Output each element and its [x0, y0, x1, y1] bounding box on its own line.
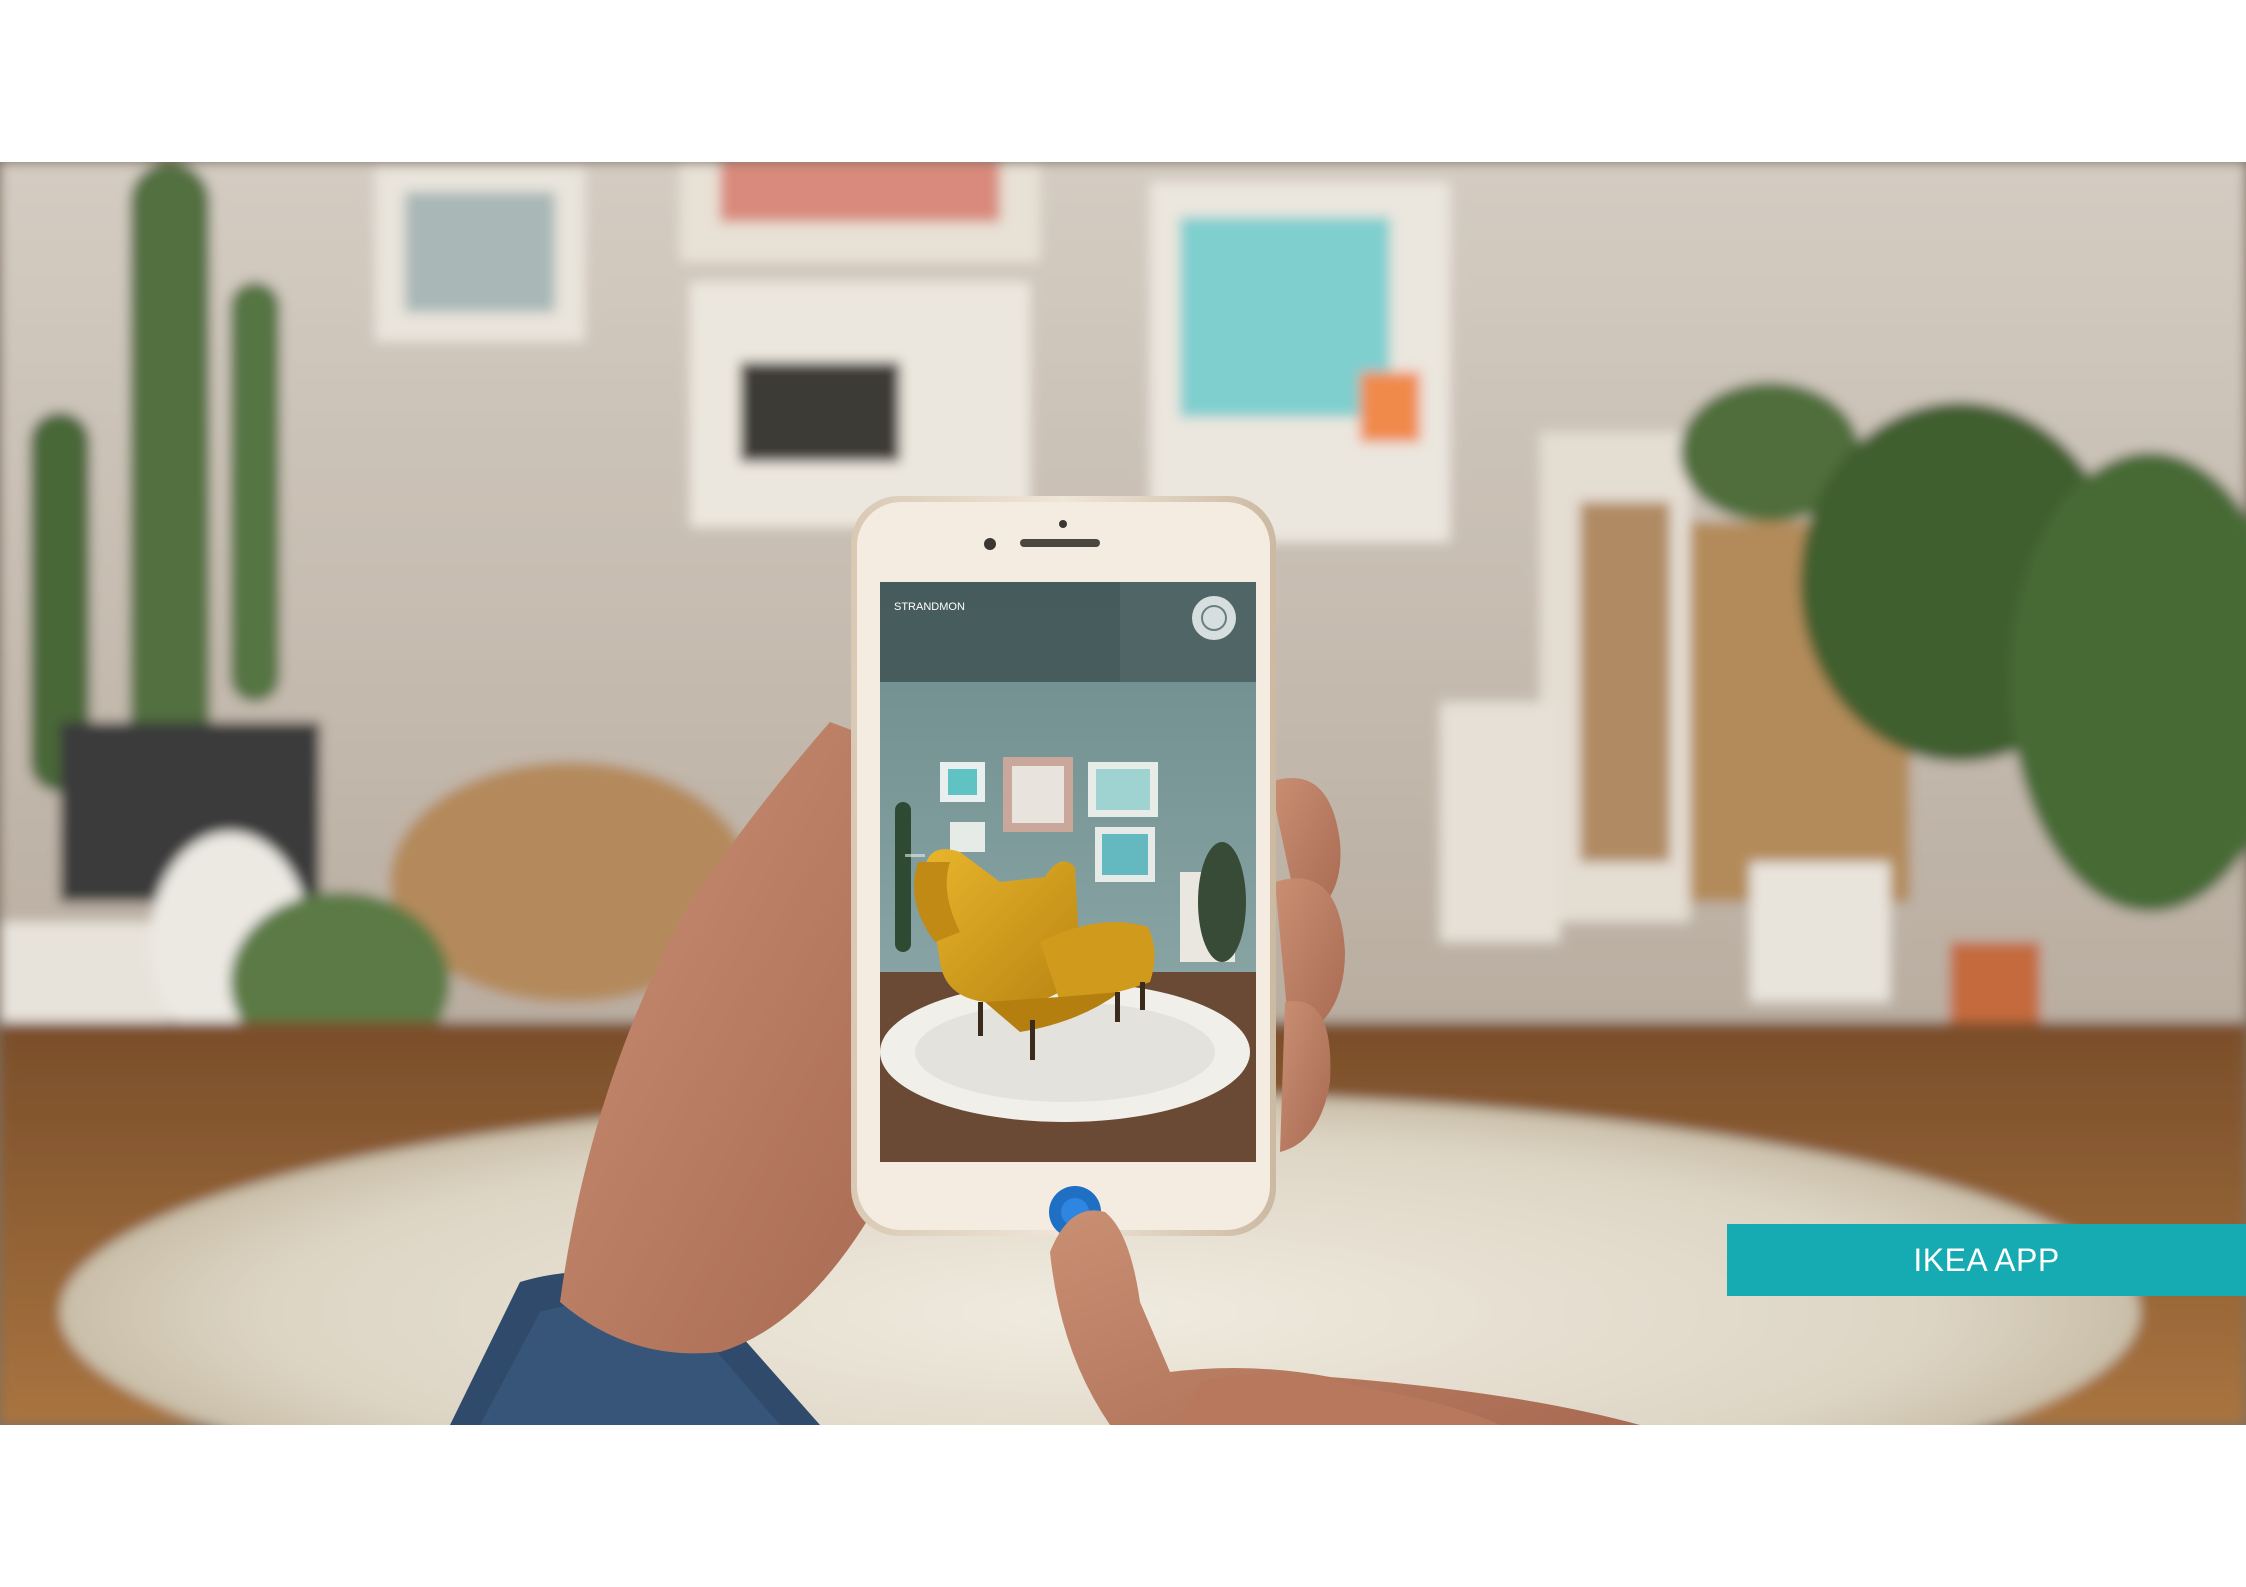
- circle-menu-icon[interactable]: [1192, 596, 1236, 640]
- front-camera: [984, 538, 996, 550]
- phone-screen: STRANDMON: [880, 582, 1256, 1238]
- smartphone: STRANDMON: [851, 496, 1276, 1238]
- caption-label: IKEA APP: [1913, 1241, 2060, 1278]
- page: STRANDMON IKEA APP: [0, 0, 2246, 1587]
- product-name: STRANDMON: [894, 601, 965, 613]
- caption-badge: IKEA APP: [1727, 1224, 2246, 1296]
- earpiece: [1020, 539, 1100, 547]
- sensor: [1059, 520, 1067, 528]
